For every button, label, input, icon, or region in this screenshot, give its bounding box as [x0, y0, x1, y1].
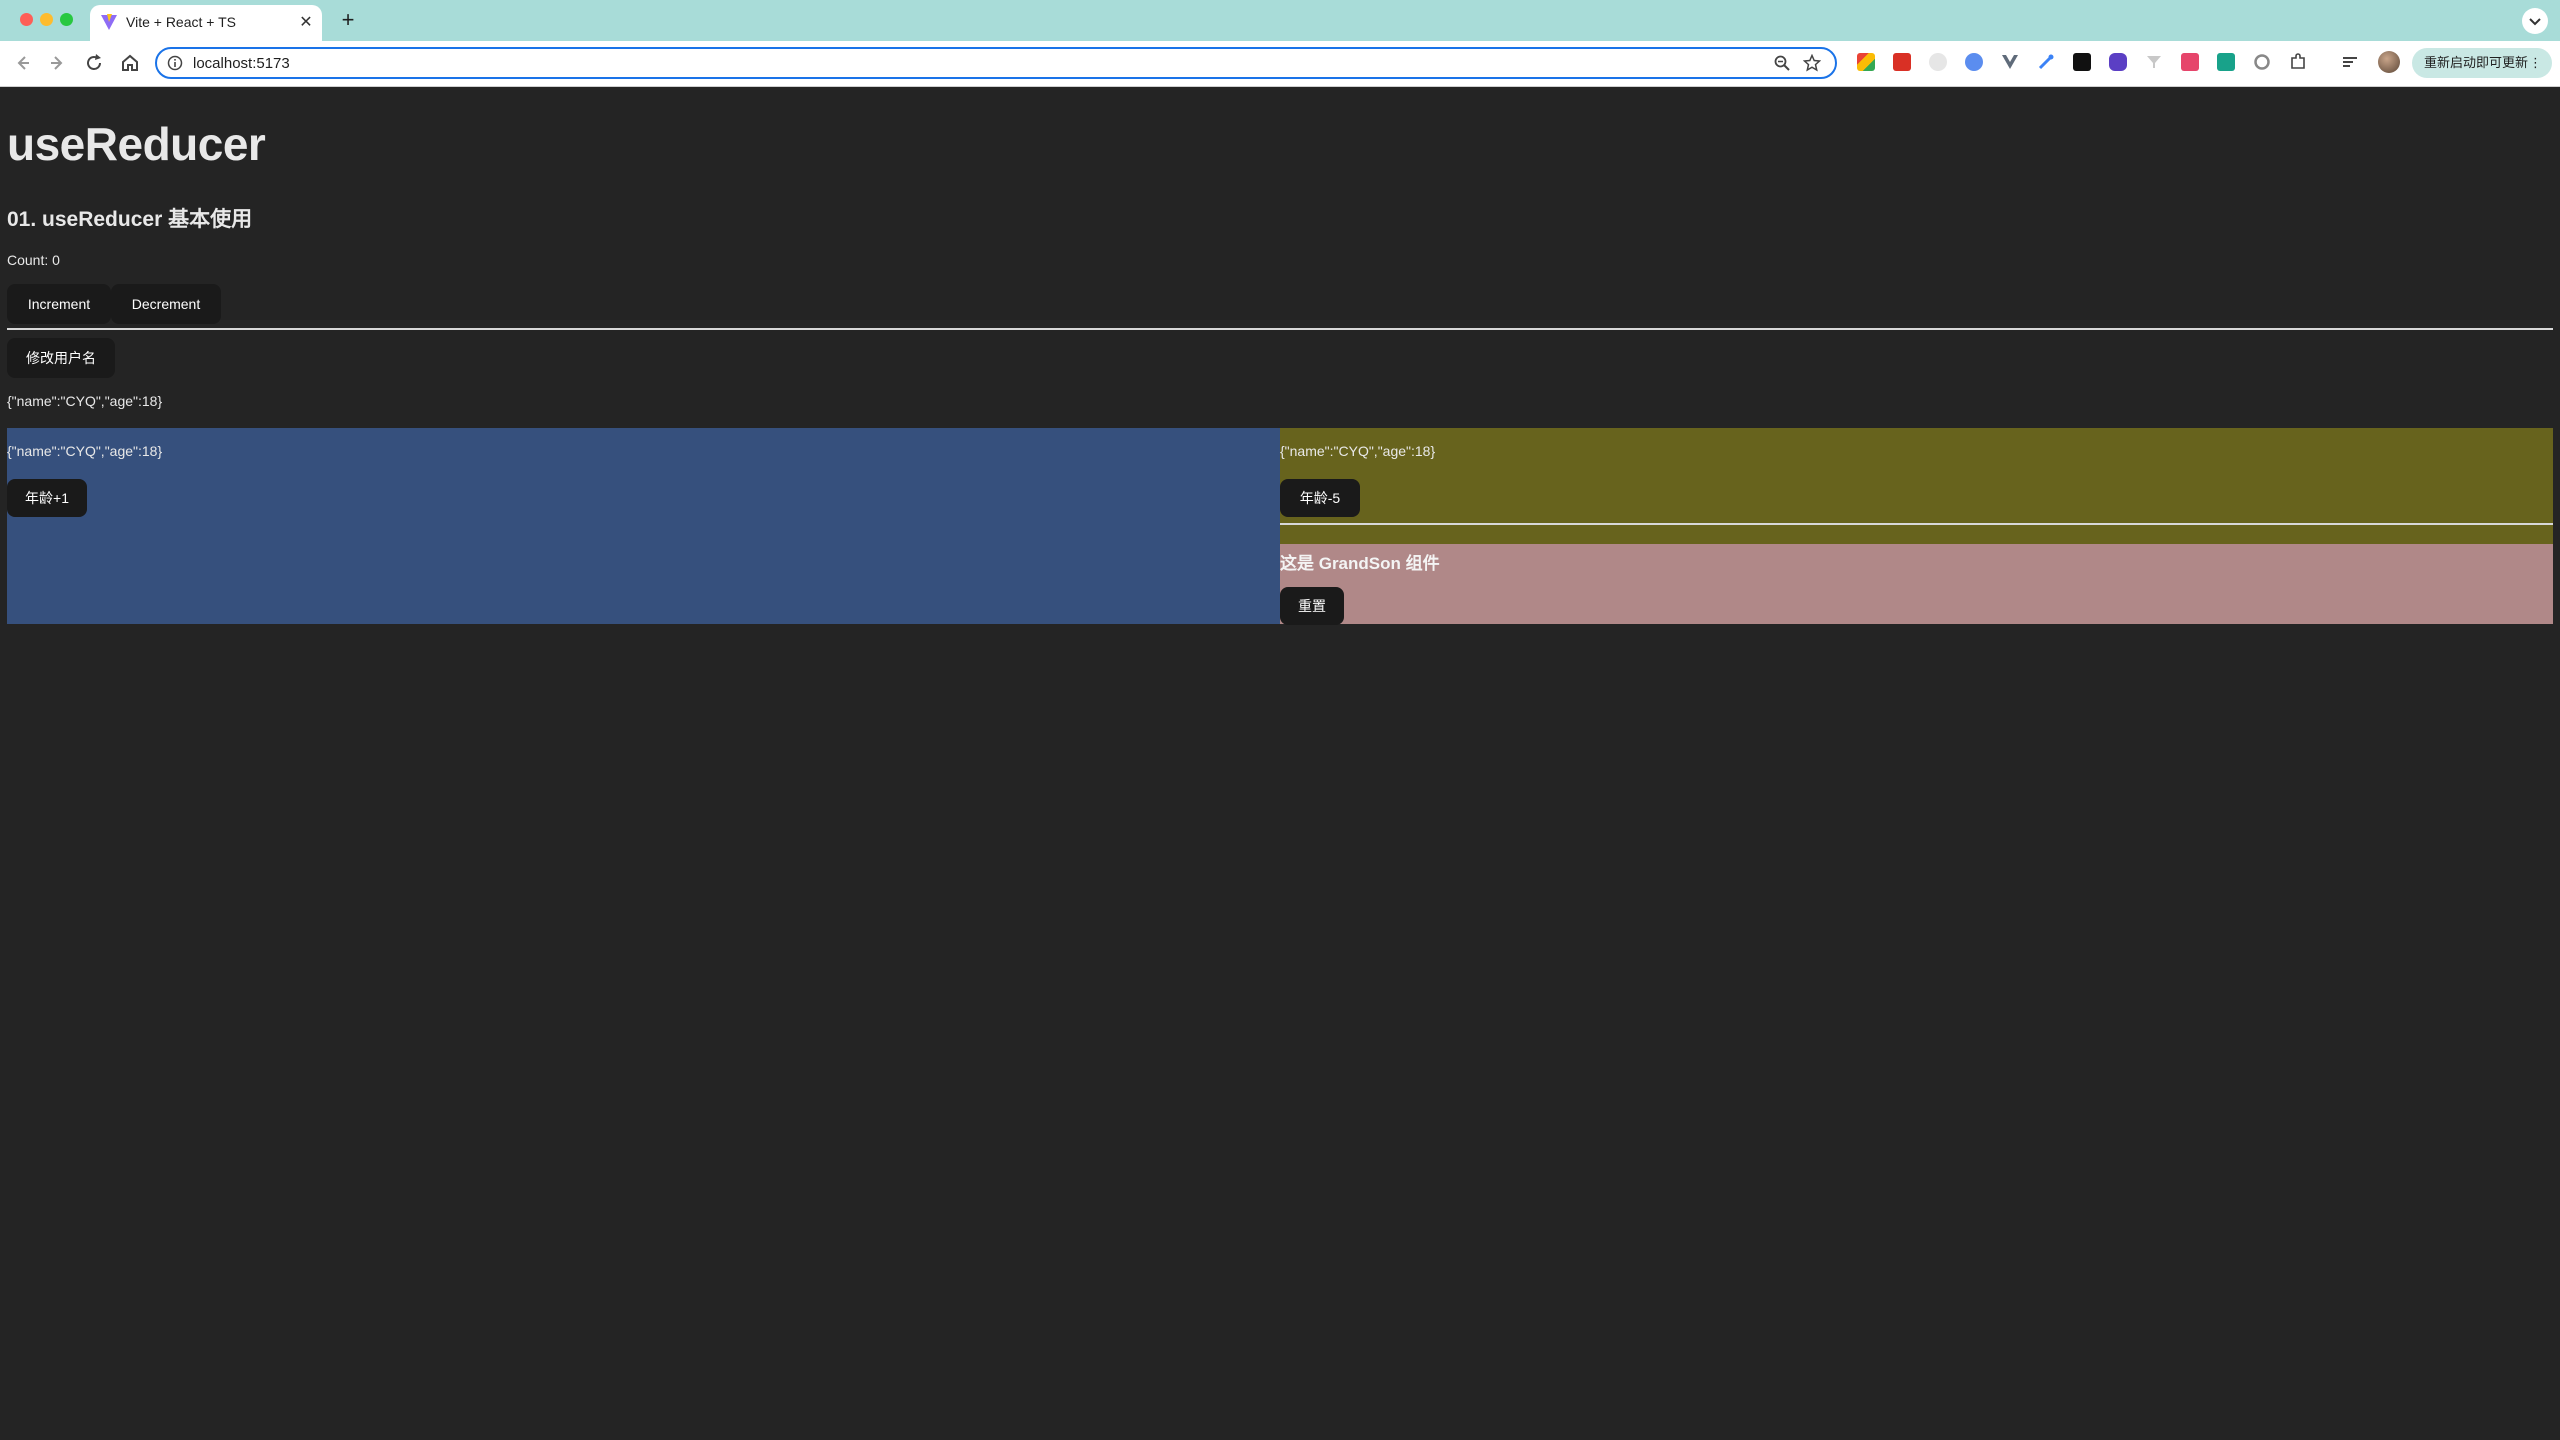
browser-window: Vite + React + TS ✕ + localhost:5173 重新启… [0, 0, 2560, 1440]
reading-list-icon[interactable] [2341, 53, 2359, 71]
new-tab-icon[interactable]: + [336, 9, 360, 33]
extension-2-icon[interactable] [1893, 53, 1911, 71]
url-text: localhost:5173 [193, 55, 290, 72]
profile-avatar[interactable] [2378, 51, 2400, 73]
reload-icon[interactable] [82, 51, 106, 75]
grandson-component: 这是 GrandSon 组件 重置 [1280, 544, 2553, 625]
son1-component: {"name":"CYQ","age":18} 年龄+1 [7, 428, 1280, 624]
decrement-button[interactable]: Decrement [111, 284, 221, 324]
extension-4-icon[interactable] [1965, 53, 1983, 71]
relaunch-label: 重新启动即可更新 [2424, 55, 2529, 70]
site-info-icon[interactable] [167, 55, 183, 71]
extension-filter-icon[interactable] [2145, 53, 2163, 71]
extensions-puzzle-icon[interactable] [2289, 53, 2307, 71]
divider [7, 328, 2553, 330]
extension-3-icon[interactable] [1929, 53, 1947, 71]
browser-toolbar: localhost:5173 [0, 41, 2560, 87]
extension-8-icon[interactable] [2109, 53, 2127, 71]
close-tab-icon[interactable]: ✕ [296, 13, 316, 33]
relaunch-to-update-button[interactable]: 重新启动即可更新 ⋮ [2412, 48, 2552, 78]
son2-divider [1280, 523, 2553, 525]
tab-search-chevron-icon[interactable] [2522, 8, 2548, 34]
son2-component: {"name":"CYQ","age":18} 年龄-5 这是 GrandSon… [1280, 428, 2553, 625]
extension-10-icon[interactable] [2181, 53, 2199, 71]
reset-button[interactable]: 重置 [1280, 587, 1344, 625]
extension-1-icon[interactable] [1857, 53, 1875, 71]
minimize-window-button[interactable] [40, 13, 53, 26]
zoom-icon[interactable] [1773, 54, 1791, 72]
maximize-window-button[interactable] [60, 13, 73, 26]
vite-logo-icon [100, 13, 118, 31]
grandson-title: 这是 GrandSon 组件 [1280, 554, 1440, 573]
more-menu-icon[interactable]: ⋮ [2529, 48, 2542, 78]
extension-7-icon[interactable] [2073, 53, 2091, 71]
bookmark-star-icon[interactable] [1802, 53, 1822, 72]
change-username-button[interactable]: 修改用户名 [7, 338, 115, 378]
browser-tab-active[interactable]: Vite + React + TS ✕ [90, 5, 322, 41]
tab-strip: Vite + React + TS ✕ + [0, 0, 2560, 41]
home-icon[interactable] [118, 51, 142, 75]
increment-button[interactable]: Increment [7, 284, 111, 324]
extension-12-icon[interactable] [2253, 53, 2271, 71]
extension-11-icon[interactable] [2217, 53, 2235, 71]
page-title: useReducer [7, 118, 266, 170]
extension-vue-icon[interactable] [2001, 53, 2019, 71]
section-heading: 01. useReducer 基本使用 [7, 208, 253, 231]
close-window-button[interactable] [20, 13, 33, 26]
son1-user-text: {"name":"CYQ","age":18} [7, 443, 163, 459]
page-content: useReducer 01. useReducer 基本使用 Count: 0 … [0, 87, 2560, 1440]
user-state-text: {"name":"CYQ","age":18} [7, 393, 163, 409]
age-minus-five-button[interactable]: 年龄-5 [1280, 479, 1360, 517]
address-bar[interactable]: localhost:5173 [155, 47, 1837, 79]
son2-user-text: {"name":"CYQ","age":18} [1280, 443, 1436, 459]
extension-eyedropper-icon[interactable] [2037, 53, 2055, 71]
count-display: Count: 0 [7, 252, 60, 268]
forward-arrow-icon[interactable] [46, 51, 70, 75]
tab-title: Vite + React + TS [126, 14, 236, 30]
age-plus-one-button[interactable]: 年龄+1 [7, 479, 87, 517]
back-arrow-icon[interactable] [10, 51, 34, 75]
